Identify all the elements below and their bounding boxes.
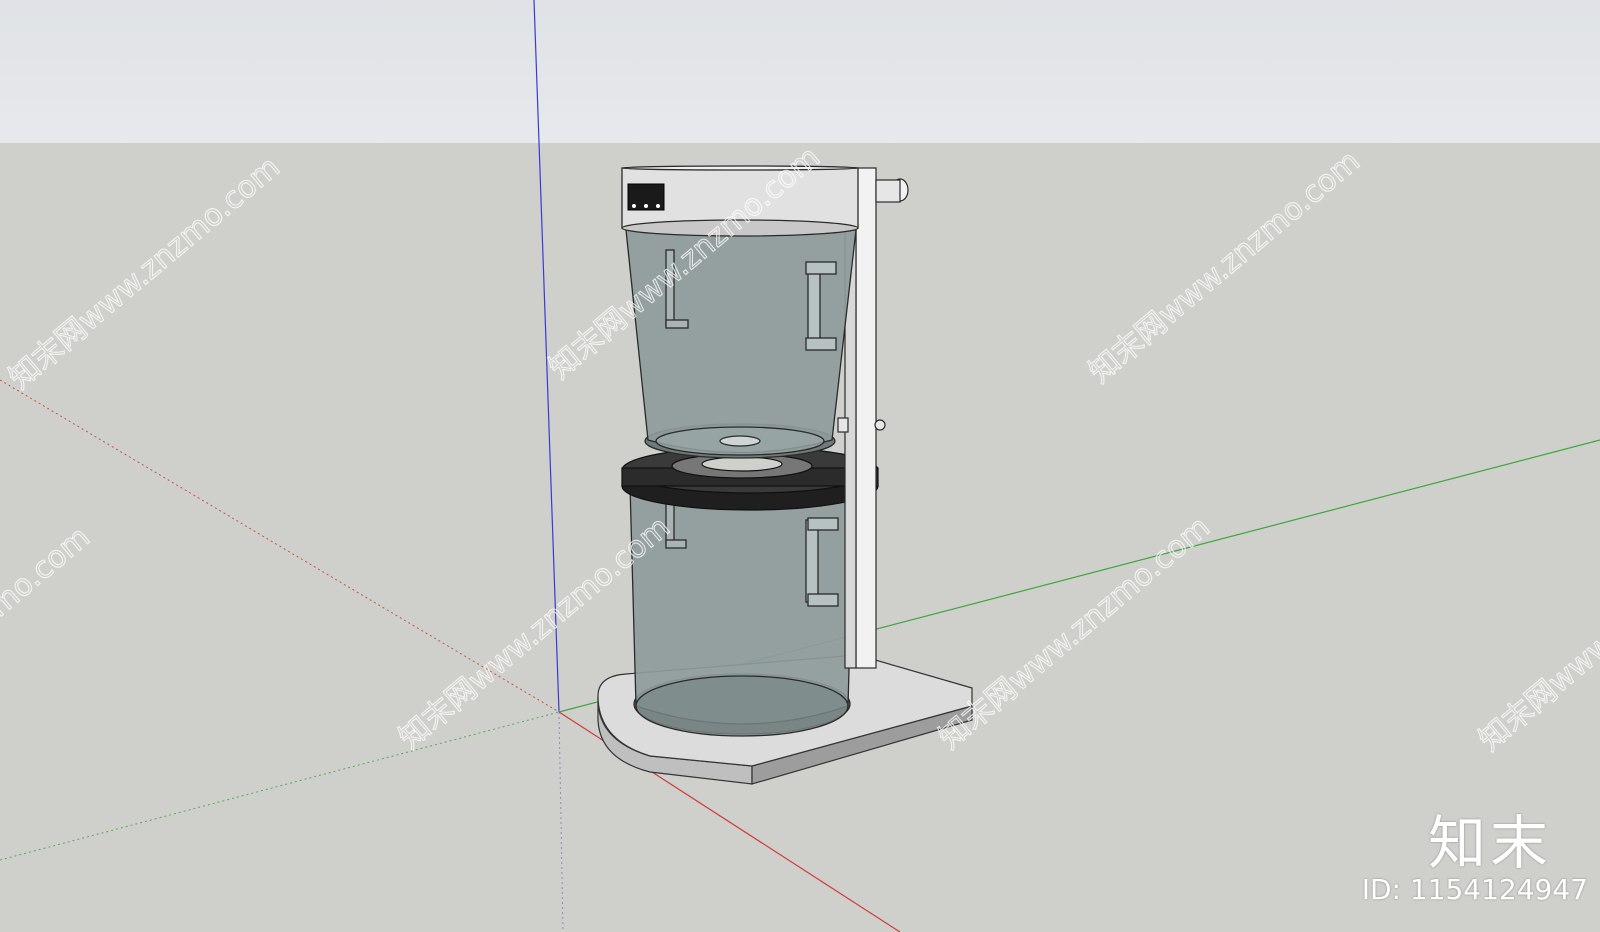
coffee-maker-model-scene[interactable]: 知末网www.znzmo.com 知末网www.znzmo.com 知末网www… — [0, 0, 1600, 932]
brand-logo-text: 知末 — [1427, 809, 1552, 877]
timer-button-icon — [656, 204, 660, 208]
watermark-text: 知末网www.znzmo.com — [3, 150, 287, 396]
watermark-text: 知末网www.znzmo.com — [1473, 512, 1600, 758]
watermark-text: 知末网www.znzmo.com — [933, 510, 1217, 756]
mode-button-icon — [644, 204, 648, 208]
green-axis-hidden — [0, 711, 560, 861]
blue-axis-hidden — [558, 711, 564, 932]
3d-viewport[interactable]: 知末网www.znzmo.com 知末网www.znzmo.com 知末网www… — [0, 0, 1600, 932]
control-display-panel[interactable] — [627, 183, 665, 211]
power-button-icon — [632, 204, 636, 208]
watermark-text: 知末网www.znzmo.com — [0, 520, 97, 766]
model-id-label: ID: 1154124947 — [1361, 873, 1588, 906]
watermark-text: 知末网www.znzmo.com — [1083, 144, 1367, 390]
